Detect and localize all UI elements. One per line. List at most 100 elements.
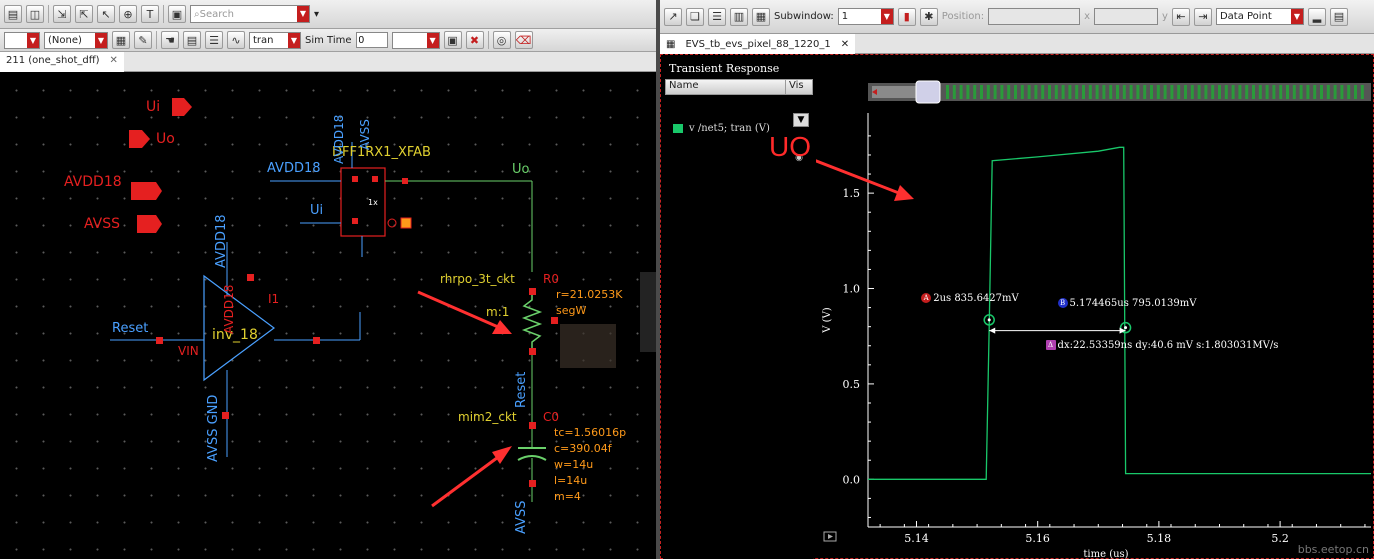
text-icon[interactable]: T xyxy=(141,5,159,23)
transient-pane: Transient Response Name Vis ▼ v /net5; t… xyxy=(660,54,1374,559)
resistor-m-param: m:1 xyxy=(486,305,510,319)
schematic-canvas[interactable]: Ui Uo AVDD18 AVSS DFF1RX1_XFAB AVDD18 AV… xyxy=(0,72,656,559)
pin-avdd18[interactable] xyxy=(131,182,162,200)
scrollbar-tick xyxy=(1150,85,1153,99)
scrollbar-tick xyxy=(1265,85,1269,99)
descend-icon[interactable]: ▣ xyxy=(168,5,186,23)
table-icon[interactable]: ▤ xyxy=(1329,7,1348,26)
uo-net-label: Uo xyxy=(512,162,530,177)
scrollbar-tick xyxy=(1156,85,1160,99)
strips-icon[interactable]: ▥ xyxy=(730,7,748,26)
pin-uo[interactable] xyxy=(129,130,150,148)
list-icon[interactable]: ☰ xyxy=(205,31,223,49)
reset-node-label: Reset xyxy=(514,371,529,408)
cap-pin-top xyxy=(529,422,536,429)
marker-b-badge: B xyxy=(1057,298,1068,309)
partial-select-icon[interactable]: ⇱ xyxy=(75,5,93,23)
cancel-icon[interactable]: ✖ xyxy=(465,31,484,49)
pointer-icon[interactable]: ↖ xyxy=(97,5,115,23)
cap-param-l: l=14u xyxy=(554,474,588,487)
pencil-icon[interactable]: ✎ xyxy=(134,31,152,49)
search-input[interactable]: ⌕ Search ▼ xyxy=(190,5,310,23)
col-name[interactable]: Name xyxy=(666,80,786,94)
scrollbar-tick xyxy=(1347,85,1351,99)
save-state-icon[interactable]: ▣ xyxy=(443,31,462,49)
analysis-combo[interactable]: tran ▼ xyxy=(249,31,301,49)
tab-label: EVS_tb_evs_pixel_88_1220_1 xyxy=(685,38,831,50)
arrow-right-icon[interactable]: ⇥ xyxy=(1193,7,1212,26)
dff-inner-label: 1x xyxy=(368,198,378,207)
dff-qn-noconn xyxy=(400,217,412,229)
close-icon[interactable]: ✕ xyxy=(841,39,849,50)
col-vis[interactable]: Vis xyxy=(786,80,804,94)
units-combo[interactable]: ▼ xyxy=(391,31,440,49)
stop-icon[interactable]: ◎ xyxy=(492,31,511,49)
filter-icon[interactable]: ▼ xyxy=(793,113,809,127)
chevron-down-icon[interactable]: ▼ xyxy=(297,6,309,22)
chevron-down-icon: ▼ xyxy=(1290,9,1303,24)
waveform-plot[interactable]: 0.0 0.5 1.0 1.5 5.14 5.16 5.18 5.2 V (V) time (us… xyxy=(816,79,1373,559)
grid-icon[interactable]: ▦ xyxy=(112,31,130,49)
scrollbar-tick xyxy=(1088,85,1092,99)
res-pin-bulk xyxy=(551,317,558,324)
sim-time-input[interactable] xyxy=(355,32,388,48)
select-icon[interactable]: ⇲ xyxy=(53,5,71,23)
datapoint-value: Data Point xyxy=(1219,11,1272,22)
scrollbar-tick xyxy=(1027,85,1031,99)
waveform-toolbar: ↗ ❏ ☰ ▥ ▦ Subwindow: 1 ▼ ▮ ✱ Position: x… xyxy=(660,0,1374,34)
close-icon[interactable]: ✕ xyxy=(110,55,118,69)
datapoint-combo[interactable]: Data Point ▼ xyxy=(1215,8,1304,25)
marker-b-label[interactable]: B 5.174465us 795.0139mV xyxy=(1057,298,1196,309)
hand-icon[interactable]: ☚ xyxy=(161,31,179,49)
signal-row[interactable]: v /net5; tran (V) xyxy=(673,123,770,134)
x-tick-label: 5.18 xyxy=(1147,532,1172,545)
menu-arrow-icon[interactable]: ▾ xyxy=(314,9,319,20)
arrow-left-icon[interactable]: ⇤ xyxy=(1171,7,1190,26)
save-icon[interactable]: ▤ xyxy=(4,5,22,23)
inv-avdd-pin-label: AVDD18 xyxy=(222,284,236,334)
x-tick-label: 5.2 xyxy=(1271,532,1289,545)
pin-avss[interactable] xyxy=(137,215,162,233)
eraser-icon[interactable]: ⌫ xyxy=(514,31,533,49)
open-icon[interactable]: ◫ xyxy=(26,5,44,23)
scrollbar-tick xyxy=(1326,85,1330,99)
resistor-body[interactable] xyxy=(521,292,543,352)
probe-icon[interactable]: ⊕ xyxy=(119,5,137,23)
cap-avss-label: AVSS xyxy=(514,500,529,534)
delta-text: dx:22.53359ns dy:40.6 mV s:1.803031MV/s xyxy=(1057,339,1279,351)
marker-icon[interactable]: ↗ xyxy=(664,7,682,26)
tab-one-shot-dff[interactable]: 211 (one_shot_dff) ✕ xyxy=(0,52,124,72)
dff-body[interactable] xyxy=(340,167,386,237)
scrollbar-tick xyxy=(1306,85,1310,99)
series-line[interactable] xyxy=(868,146,1371,480)
scrollbar-tick xyxy=(1184,85,1187,99)
cap-param-c: c=390.04f xyxy=(554,442,612,455)
mosaic-blur xyxy=(560,324,616,368)
scrollbar-thumb[interactable] xyxy=(915,80,941,104)
resistor-seg-param: segW xyxy=(556,304,587,317)
view-combo[interactable]: ▼ xyxy=(4,31,40,49)
scrollbar-tick xyxy=(946,85,949,99)
bookmark-icon[interactable]: ▮ xyxy=(897,7,916,26)
scrollbar-tick xyxy=(1082,85,1085,99)
crosshair-icon[interactable]: ✱ xyxy=(919,7,938,26)
marker-a-label[interactable]: A 2us 835.6427mV xyxy=(921,293,1019,304)
subwindow-combo[interactable]: 1 ▼ xyxy=(837,8,894,25)
cards-icon[interactable]: ❏ xyxy=(686,7,704,26)
histogram-icon[interactable]: ▂ xyxy=(1307,7,1326,26)
analysis-value: tran xyxy=(253,34,274,46)
position-x-input[interactable] xyxy=(988,8,1081,25)
position-y-input[interactable] xyxy=(1094,8,1159,25)
scrollbar-tick xyxy=(1163,85,1167,99)
scrollbar-tick xyxy=(1231,85,1235,99)
rows-icon[interactable]: ☰ xyxy=(708,7,726,26)
scrollbar-tick xyxy=(1354,85,1357,99)
pin-ui[interactable] xyxy=(172,98,192,116)
wave-icon[interactable]: ∿ xyxy=(227,31,245,49)
scrollbar-tick xyxy=(1020,85,1024,99)
filter-combo[interactable]: (None) ▼ xyxy=(44,31,108,49)
notes-icon[interactable]: ▤ xyxy=(183,31,201,49)
delta-marker-label[interactable]: Δdx:22.53359ns dy:40.6 mV s:1.803031MV/s xyxy=(1045,339,1279,351)
tab-evs-tb[interactable]: ▦ EVS_tb_evs_pixel_88_1220_1 ✕ xyxy=(660,34,856,54)
grid-icon[interactable]: ▦ xyxy=(752,7,770,26)
